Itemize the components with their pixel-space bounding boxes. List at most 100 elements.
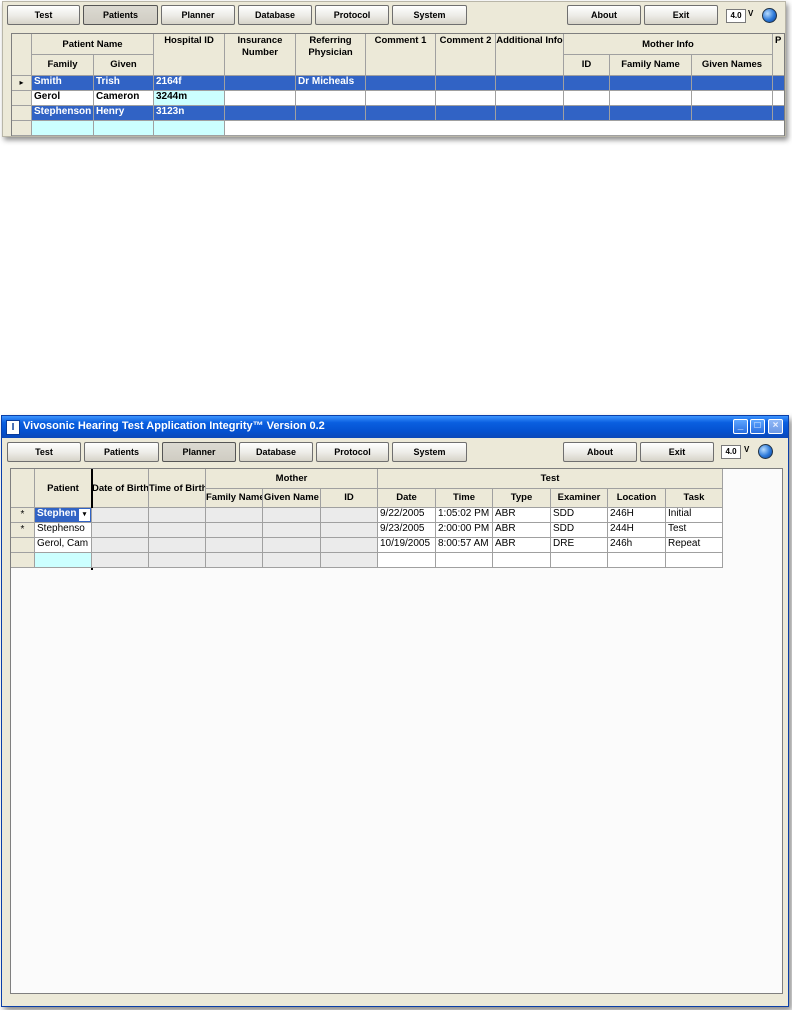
mother-id-column-header[interactable]: ID	[564, 55, 610, 76]
title-bar[interactable]: I Vivosonic Hearing Test Application Int…	[2, 416, 788, 438]
referring-cell[interactable]	[296, 106, 366, 121]
additional-cell[interactable]	[496, 91, 564, 106]
location-column-header[interactable]: Location	[608, 489, 666, 508]
additional-cell[interactable]	[496, 106, 564, 121]
nav-patients-button[interactable]: Patients	[84, 442, 159, 462]
date-cell[interactable]: 10/19/2005	[378, 538, 436, 553]
task-cell[interactable]: Test	[666, 523, 723, 538]
nav-system-button[interactable]: System	[392, 442, 467, 462]
dob-cell[interactable]	[92, 508, 149, 523]
given-cell[interactable]: Henry	[94, 106, 154, 121]
given-column-header[interactable]: Given	[94, 55, 154, 76]
additional-info-column-header[interactable]: Additional Info	[496, 34, 564, 76]
insurance-cell[interactable]	[225, 76, 296, 91]
nav-protocol-button[interactable]: Protocol	[316, 442, 389, 462]
mother-family-column-header[interactable]: Family Name	[206, 489, 263, 508]
nav-database-button[interactable]: Database	[239, 442, 313, 462]
time-column-header[interactable]: Time	[436, 489, 493, 508]
mother-id-cell[interactable]	[564, 106, 610, 121]
type-cell[interactable]: ABR	[493, 523, 551, 538]
date-column-header[interactable]: Date	[378, 489, 436, 508]
hospital-id-cell[interactable]: 3244m	[154, 91, 225, 106]
row-header[interactable]	[12, 106, 32, 121]
referring-cell[interactable]: Dr Micheals	[296, 76, 366, 91]
partial-column-header[interactable]: P	[773, 34, 784, 76]
type-cell[interactable]	[493, 553, 551, 568]
mother-id-cell[interactable]	[564, 91, 610, 106]
type-cell[interactable]: ABR	[493, 508, 551, 523]
mother-family-cell[interactable]	[206, 553, 263, 568]
nav-patients-button[interactable]: Patients	[83, 5, 158, 25]
hospital-id-cell[interactable]	[154, 121, 225, 136]
time-cell[interactable]: 1:05:02 PM	[436, 508, 493, 523]
tob-cell[interactable]	[149, 523, 206, 538]
nav-protocol-button[interactable]: Protocol	[315, 5, 389, 25]
comment1-cell[interactable]	[366, 91, 436, 106]
about-button[interactable]: About	[567, 5, 641, 25]
row-header[interactable]	[12, 121, 32, 136]
mother-given-column-header[interactable]: Given Name	[263, 489, 321, 508]
time-cell[interactable]: 2:00:00 PM	[436, 523, 493, 538]
row-header[interactable]	[12, 91, 32, 106]
nav-planner-button[interactable]: Planner	[162, 442, 236, 462]
mother-given-cell[interactable]	[692, 106, 773, 121]
mother-family-cell[interactable]	[206, 538, 263, 553]
comment1-column-header[interactable]: Comment 1	[366, 34, 436, 76]
comment2-cell[interactable]	[436, 91, 496, 106]
nav-test-button[interactable]: Test	[7, 5, 80, 25]
date-cell[interactable]: 9/23/2005	[378, 523, 436, 538]
comment2-column-header[interactable]: Comment 2	[436, 34, 496, 76]
partial-cell[interactable]	[773, 91, 784, 106]
mother-family-cell[interactable]	[610, 76, 692, 91]
location-cell[interactable]: 246h	[608, 538, 666, 553]
mother-id-cell[interactable]	[321, 508, 378, 523]
comment2-cell[interactable]	[436, 106, 496, 121]
family-cell[interactable]: Gerol	[32, 91, 94, 106]
insurance-cell[interactable]	[225, 106, 296, 121]
location-cell[interactable]	[608, 553, 666, 568]
hospital-id-cell[interactable]: 2164f	[154, 76, 225, 91]
row-marker[interactable]: *	[11, 523, 35, 538]
referring-physician-column-header[interactable]: Referring Physician	[296, 34, 366, 76]
mother-given-cell[interactable]	[263, 508, 321, 523]
family-cell[interactable]: Smith	[32, 76, 94, 91]
mother-given-cell[interactable]	[692, 76, 773, 91]
maximize-icon[interactable]: □	[750, 419, 765, 434]
exit-button[interactable]: Exit	[644, 5, 718, 25]
comment1-cell[interactable]	[366, 106, 436, 121]
time-cell[interactable]	[436, 553, 493, 568]
examiner-cell[interactable]: SDD	[551, 508, 608, 523]
type-column-header[interactable]: Type	[493, 489, 551, 508]
dob-column-header[interactable]: Date of Birth	[92, 469, 149, 508]
patient-combo-cell[interactable]: Stephen ▾	[35, 508, 92, 523]
row-indicator-icon[interactable]: ▸	[12, 76, 32, 91]
dob-cell[interactable]	[92, 523, 149, 538]
nav-database-button[interactable]: Database	[238, 5, 312, 25]
insurance-column-header[interactable]: Insurance Number	[225, 34, 296, 76]
examiner-column-header[interactable]: Examiner	[551, 489, 608, 508]
partial-cell[interactable]	[773, 106, 784, 121]
row-marker[interactable]	[11, 553, 35, 568]
nav-test-button[interactable]: Test	[7, 442, 81, 462]
patient-cell[interactable]	[35, 553, 92, 568]
task-column-header[interactable]: Task	[666, 489, 723, 508]
hospital-id-cell[interactable]: 3123n	[154, 106, 225, 121]
given-cell[interactable]: Cameron	[94, 91, 154, 106]
row-marker[interactable]: *	[11, 508, 35, 523]
patient-cell[interactable]: Gerol, Cam	[35, 538, 92, 553]
examiner-cell[interactable]: SDD	[551, 523, 608, 538]
additional-cell[interactable]	[496, 76, 564, 91]
tob-cell[interactable]	[149, 553, 206, 568]
given-cell[interactable]: Trish	[94, 76, 154, 91]
mother-family-cell[interactable]	[206, 508, 263, 523]
comment2-cell[interactable]	[436, 76, 496, 91]
location-cell[interactable]: 244H	[608, 523, 666, 538]
partial-cell[interactable]	[773, 76, 784, 91]
family-column-header[interactable]: Family	[32, 55, 94, 76]
examiner-cell[interactable]: DRE	[551, 538, 608, 553]
about-button[interactable]: About	[563, 442, 637, 462]
mother-family-cell[interactable]	[206, 523, 263, 538]
exit-button[interactable]: Exit	[640, 442, 714, 462]
close-icon[interactable]: ×	[768, 419, 783, 434]
mother-id-cell[interactable]	[321, 553, 378, 568]
